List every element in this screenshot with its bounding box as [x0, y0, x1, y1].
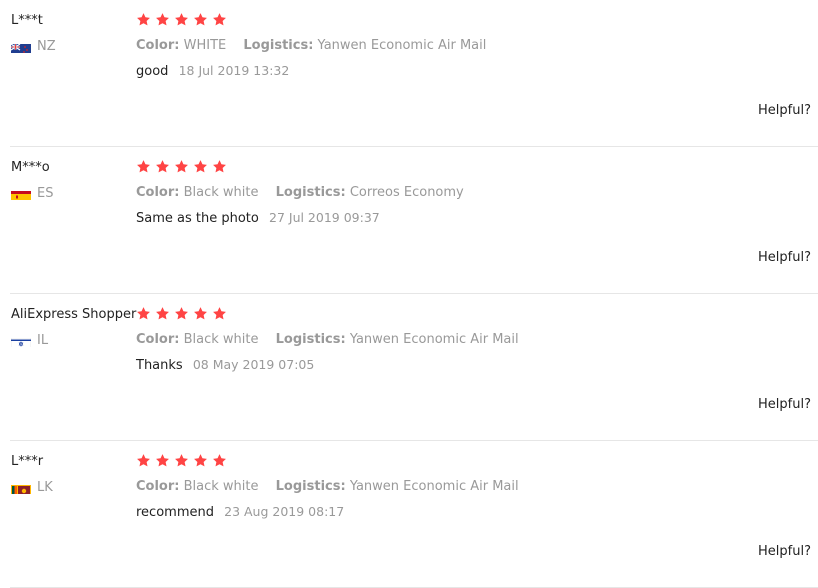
color-label: Color:: [136, 479, 180, 494]
review-item: AliExpress Shopper IL Color: Black white…: [0, 294, 818, 441]
review-item: L***t NZ Color: WHITE Logistics: Yanwen …: [0, 0, 818, 147]
color-label: Color:: [136, 38, 180, 53]
star-icon: [212, 453, 231, 472]
star-rating: [136, 159, 231, 178]
logistics-label: Logistics:: [275, 185, 346, 200]
star-icon: [193, 12, 212, 31]
color-value: Black white: [183, 332, 259, 347]
review-date: 23 Aug 2019 08:17: [224, 504, 345, 519]
review-date: 18 Jul 2019 13:32: [178, 63, 290, 78]
star-icon: [136, 306, 155, 325]
star-icon: [174, 159, 193, 178]
reviewer-country: LK: [11, 480, 53, 495]
reviewer-name: AliExpress Shopper: [11, 307, 137, 322]
color-label: Color:: [136, 332, 180, 347]
star-icon: [155, 306, 174, 325]
feedback-text: Thanks: [136, 358, 183, 373]
logistics-label: Logistics:: [275, 332, 346, 347]
helpful-button[interactable]: Helpful?: [758, 544, 811, 559]
reviewer-name: L***t: [11, 13, 43, 28]
order-info: Color: WHITE Logistics: Yanwen Economic …: [136, 38, 486, 53]
logistics-value: Yanwen Economic Air Mail: [317, 38, 487, 53]
order-info: Color: Black white Logistics: Yanwen Eco…: [136, 332, 519, 347]
color-value: Black white: [183, 185, 259, 200]
review-date: 27 Jul 2019 09:37: [269, 210, 380, 225]
review-item: M***o ES Color: Black white Logistics: C…: [0, 147, 818, 294]
star-icon: [193, 159, 212, 178]
helpful-button[interactable]: Helpful?: [758, 103, 811, 118]
review-feedback: Same as the photo 27 Jul 2019 09:37: [136, 210, 380, 226]
color-value: Black white: [183, 479, 259, 494]
star-icon: [136, 12, 155, 31]
star-icon: [212, 306, 231, 325]
reviewer-name: M***o: [11, 160, 50, 175]
star-icon: [174, 12, 193, 31]
country-code: IL: [37, 333, 49, 348]
flag-lk-icon: [11, 482, 31, 494]
star-icon: [155, 12, 174, 31]
star-icon: [174, 453, 193, 472]
review-date: 08 May 2019 07:05: [192, 357, 315, 372]
logistics-value: Yanwen Economic Air Mail: [349, 479, 519, 494]
logistics-value: Correos Economy: [349, 185, 464, 200]
country-code: ES: [37, 186, 54, 201]
feedback-text: Same as the photo: [136, 211, 259, 226]
reviewer-country: ES: [11, 186, 53, 201]
star-icon: [136, 159, 155, 178]
flag-es-icon: [11, 188, 31, 200]
order-info: Color: Black white Logistics: Yanwen Eco…: [136, 479, 519, 494]
star-rating: [136, 12, 231, 31]
helpful-button[interactable]: Helpful?: [758, 397, 811, 412]
reviewer-country: IL: [11, 333, 48, 348]
reviewer-name: L***r: [11, 454, 44, 469]
review-feedback: good 18 Jul 2019 13:32: [136, 63, 289, 79]
feedback-text: good: [136, 64, 169, 79]
review-feedback: Thanks 08 May 2019 07:05: [136, 357, 314, 373]
country-code: LK: [37, 480, 53, 495]
star-icon: [174, 306, 193, 325]
star-rating: [136, 306, 231, 325]
logistics-label: Logistics:: [275, 479, 346, 494]
review-item: L***r LK Color: Black white Logistics: Y…: [0, 441, 818, 588]
logistics-value: Yanwen Economic Air Mail: [349, 332, 519, 347]
star-icon: [155, 453, 174, 472]
star-icon: [155, 159, 174, 178]
star-icon: [193, 306, 212, 325]
feedback-text: recommend: [136, 505, 214, 520]
order-info: Color: Black white Logistics: Correos Ec…: [136, 185, 464, 200]
review-feedback: recommend 23 Aug 2019 08:17: [136, 504, 344, 520]
logistics-label: Logistics:: [243, 38, 314, 53]
star-icon: [136, 453, 155, 472]
flag-nz-icon: [11, 41, 31, 53]
star-icon: [212, 159, 231, 178]
reviewer-country: NZ: [11, 39, 56, 54]
flag-il-icon: [11, 335, 31, 347]
helpful-button[interactable]: Helpful?: [758, 250, 811, 265]
color-label: Color:: [136, 185, 180, 200]
star-icon: [193, 453, 212, 472]
color-value: WHITE: [183, 38, 227, 53]
country-code: NZ: [37, 39, 56, 54]
star-icon: [212, 12, 231, 31]
star-rating: [136, 453, 231, 472]
